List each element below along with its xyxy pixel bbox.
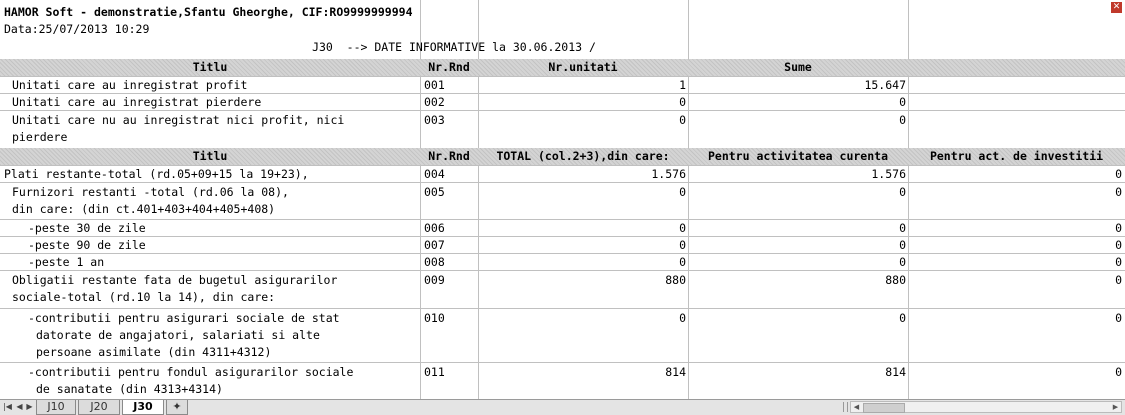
row-number: 011 xyxy=(424,365,445,379)
row-investments: 0 xyxy=(1115,365,1122,379)
report-title: J30 --> DATE INFORMATIVE la 30.06.2013 / xyxy=(312,40,596,54)
t2-header-total: TOTAL (col.2+3),din care: xyxy=(496,149,670,163)
row-number: 004 xyxy=(424,167,445,181)
row-title-continued: din care: (din ct.401+403+404+405+408) xyxy=(12,202,276,216)
row-total: 0 xyxy=(679,185,686,199)
row-number: 005 xyxy=(424,185,445,199)
row-units: 1 xyxy=(679,78,686,92)
row-number: 010 xyxy=(424,311,445,325)
row-current: 0 xyxy=(899,255,906,269)
company-line: HAMOR Soft - demonstratie,Sfantu Gheorgh… xyxy=(4,5,413,19)
t2-header-investitii: Pentru act. de investitii xyxy=(929,149,1104,163)
row-units: 0 xyxy=(679,113,686,127)
next-sheet-icon[interactable]: ▶ xyxy=(24,401,35,413)
row-total: 880 xyxy=(665,273,686,287)
row-number: 008 xyxy=(424,255,445,269)
row-total: 0 xyxy=(679,221,686,235)
row-number: 009 xyxy=(424,273,445,287)
row-sum: 0 xyxy=(899,95,906,109)
tab-j10[interactable]: J10 xyxy=(36,400,76,415)
row-title: -peste 90 de zile xyxy=(28,238,146,252)
row-number: 001 xyxy=(424,78,445,92)
t1-header-nrunitati: Nr.unitati xyxy=(548,60,618,74)
row-title: Unitati care nu au inregistrat nici prof… xyxy=(12,113,345,127)
tab-splitter[interactable] xyxy=(843,402,848,412)
row-total: 1.576 xyxy=(651,167,686,181)
t1-header-nrrnd: Nr.Rnd xyxy=(428,60,470,74)
row-title: Unitati care au inregistrat profit xyxy=(12,78,248,92)
t1-header-titlu: Titlu xyxy=(192,60,228,74)
row-title: Furnizori restanti -total (rd.06 la 08), xyxy=(12,185,289,199)
close-icon[interactable]: ✕ xyxy=(1111,2,1122,13)
scroll-right-icon[interactable]: ▶ xyxy=(1110,402,1121,412)
row-current: 0 xyxy=(899,238,906,252)
row-sum: 0 xyxy=(899,113,906,127)
horizontal-scrollbar[interactable]: ◀ ▶ xyxy=(850,401,1122,413)
tab-j20[interactable]: J20 xyxy=(78,400,120,415)
row-investments: 0 xyxy=(1115,238,1122,252)
row-current: 0 xyxy=(899,311,906,325)
row-total: 0 xyxy=(679,255,686,269)
row-number: 002 xyxy=(424,95,445,109)
tab-j30[interactable]: J30 xyxy=(122,400,164,415)
row-title: Plati restante-total (rd.05+09+15 la 19+… xyxy=(4,167,309,181)
row-investments: 0 xyxy=(1115,221,1122,235)
row-title-continued: pierdere xyxy=(12,130,68,144)
row-sum: 15.647 xyxy=(864,78,906,92)
row-current: 814 xyxy=(885,365,906,379)
row-total: 814 xyxy=(665,365,686,379)
row-current: 1.576 xyxy=(871,167,906,181)
row-current: 0 xyxy=(899,221,906,235)
t2-header-titlu: Titlu xyxy=(192,149,228,163)
row-title: -contributii pentru asigurari sociale de… xyxy=(28,311,340,325)
row-title-continued: de sanatate (din 4313+4314) xyxy=(36,382,223,396)
row-title: -contributii pentru fondul asigurarilor … xyxy=(28,365,354,379)
first-sheet-icon[interactable]: |◀ xyxy=(2,401,13,413)
worksheet[interactable]: HAMOR Soft - demonstratie,Sfantu Gheorgh… xyxy=(0,0,1125,399)
row-title: Unitati care au inregistrat pierdere xyxy=(12,95,262,109)
row-total: 0 xyxy=(679,238,686,252)
row-investments: 0 xyxy=(1115,273,1122,287)
row-current: 0 xyxy=(899,185,906,199)
row-title-continued: datorate de angajatori, salariati si alt… xyxy=(36,328,320,342)
row-title-continued: sociale-total (rd.10 la 14), din care: xyxy=(12,290,276,304)
row-investments: 0 xyxy=(1115,167,1122,181)
row-title: -peste 1 an xyxy=(28,255,105,269)
row-number: 006 xyxy=(424,221,445,235)
row-investments: 0 xyxy=(1115,185,1122,199)
row-title: Obligatii restante fata de bugetul asigu… xyxy=(12,273,338,287)
sheet-tab-bar: |◀ ◀ ▶ J10 J20 J30 ✦ ◀ ▶ xyxy=(0,399,1125,415)
scrollbar-thumb[interactable] xyxy=(863,403,905,413)
row-investments: 0 xyxy=(1115,255,1122,269)
row-investments: 0 xyxy=(1115,311,1122,325)
row-title-continued: persoane asimilate (din 4311+4312) xyxy=(36,345,272,359)
date-line: Data:25/07/2013 10:29 xyxy=(4,22,150,36)
scroll-left-icon[interactable]: ◀ xyxy=(851,402,862,412)
row-current: 880 xyxy=(885,273,906,287)
t2-header-nrrnd: Nr.Rnd xyxy=(428,149,470,163)
row-number: 007 xyxy=(424,238,445,252)
t1-header-sume: Sume xyxy=(784,60,812,74)
insert-sheet-icon[interactable]: ✦ xyxy=(166,400,188,415)
t2-header-curenta: Pentru activitatea curenta xyxy=(707,149,888,163)
row-title: -peste 30 de zile xyxy=(28,221,146,235)
row-units: 0 xyxy=(679,95,686,109)
row-number: 003 xyxy=(424,113,445,127)
row-total: 0 xyxy=(679,311,686,325)
